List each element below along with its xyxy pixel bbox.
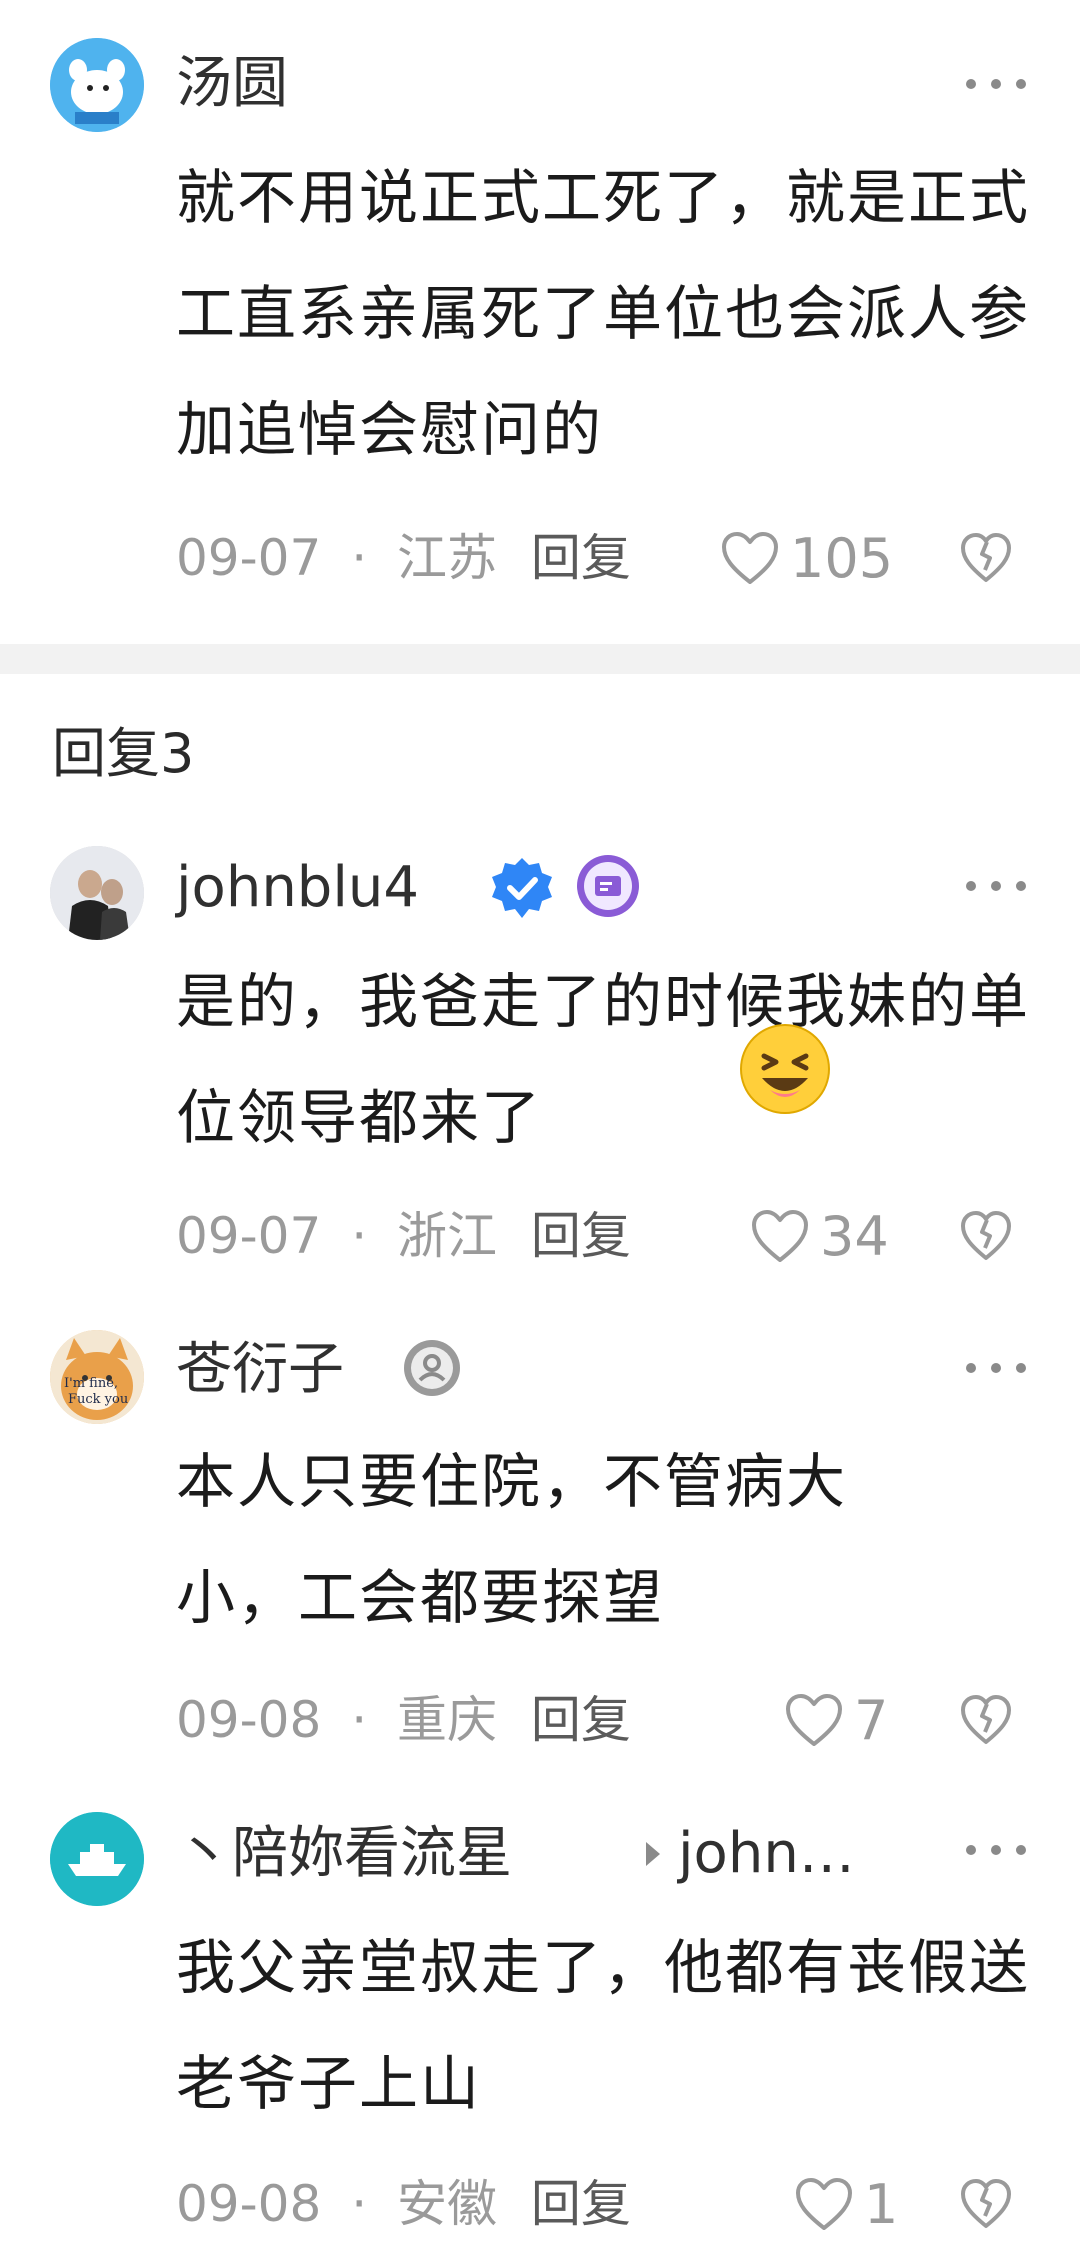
meta-separator: · [351, 2175, 368, 2233]
comment-date: 09-07 [176, 1207, 322, 1265]
avatar[interactable]: I'm fine, Fuck you [50, 1330, 144, 1424]
dislike-icon[interactable] [958, 1692, 1014, 1748]
dislike-icon[interactable] [958, 530, 1014, 586]
comment-meta: 09-08 · 安徽 回复 [176, 2174, 631, 2234]
reply-button[interactable]: 回复 [531, 2175, 631, 2233]
dislike-icon[interactable] [958, 2176, 1014, 2232]
more-icon[interactable] [966, 1348, 1026, 1388]
dislike-icon[interactable] [958, 1208, 1014, 1264]
comment-date: 09-08 [176, 1691, 322, 1749]
more-icon[interactable] [966, 1830, 1026, 1870]
avatar[interactable] [50, 38, 144, 132]
like-button[interactable]: 1 [794, 2172, 899, 2236]
more-icon[interactable] [966, 866, 1026, 906]
like-button[interactable]: 105 [720, 526, 894, 590]
laughing-emoji [740, 1024, 830, 1114]
verified-icon [492, 858, 552, 918]
username[interactable]: johnblu4 [176, 852, 419, 924]
avatar-caption-1: I'm fine, [64, 1376, 119, 1391]
replies-header: 回复3 [52, 722, 195, 785]
avatar[interactable] [50, 1812, 144, 1906]
comment-location: 江苏 [397, 529, 498, 587]
reply-arrow-icon [646, 1842, 660, 1866]
heart-icon [796, 2178, 852, 2230]
comment-text: 本人只要住院，不管病大小，工会都要探望 [176, 1447, 848, 1632]
comment-date: 09-08 [176, 2175, 322, 2233]
meta-separator: · [351, 529, 368, 587]
comment-location: 安徽 [397, 2175, 498, 2233]
like-count: 7 [854, 1688, 889, 1752]
reply-to-username[interactable]: john… [678, 1818, 855, 1890]
meta-separator: · [351, 1207, 368, 1265]
username[interactable]: 丶陪妳看流星 [176, 1818, 512, 1890]
comment-location: 浙江 [397, 1207, 498, 1265]
reply-button[interactable]: 回复 [531, 1207, 631, 1265]
heart-icon [752, 1210, 808, 1262]
reply-button[interactable]: 回复 [531, 529, 631, 587]
reply-button[interactable]: 回复 [531, 1691, 631, 1749]
like-button[interactable]: 34 [750, 1204, 889, 1268]
username[interactable]: 苍衍子 [176, 1334, 344, 1406]
like-count: 1 [864, 2172, 899, 2236]
comment-text: 就不用说正式工死了，就是正式工直系亲属死了单位也会派人参加追悼会慰问的 [176, 163, 1031, 464]
avatar-caption-2: Fuck you [68, 1392, 129, 1407]
like-count: 34 [820, 1204, 889, 1268]
comment-text: 我父亲堂叔走了，他都有丧假送老爷子上山 [176, 1933, 1031, 2118]
comment-location: 重庆 [397, 1691, 498, 1749]
more-icon[interactable] [966, 64, 1026, 104]
section-divider [0, 644, 1080, 674]
meta-separator: · [351, 1691, 368, 1749]
level-badge-icon [404, 1340, 460, 1396]
comment-thread: 汤圆 就不用说正式工死了，就是正式工直系亲属死了单位也会派人参加追悼会慰问的 0… [0, 0, 1080, 2263]
comment-meta: 09-07 · 江苏 回复 [176, 528, 631, 588]
heart-icon [722, 532, 778, 584]
comment-meta: 09-08 · 重庆 回复 [176, 1690, 631, 1750]
comment-text: 是的，我爸走了的时候我妹的单位领导都来了 [176, 967, 1031, 1152]
like-count: 105 [790, 526, 894, 590]
avatar[interactable] [50, 846, 144, 940]
vip-badge-icon [577, 855, 639, 917]
like-button[interactable]: 7 [784, 1688, 889, 1752]
comment-meta: 09-07 · 浙江 回复 [176, 1206, 631, 1266]
username[interactable]: 汤圆 [176, 48, 288, 120]
comment-date: 09-07 [176, 529, 322, 587]
heart-icon [786, 1694, 842, 1746]
